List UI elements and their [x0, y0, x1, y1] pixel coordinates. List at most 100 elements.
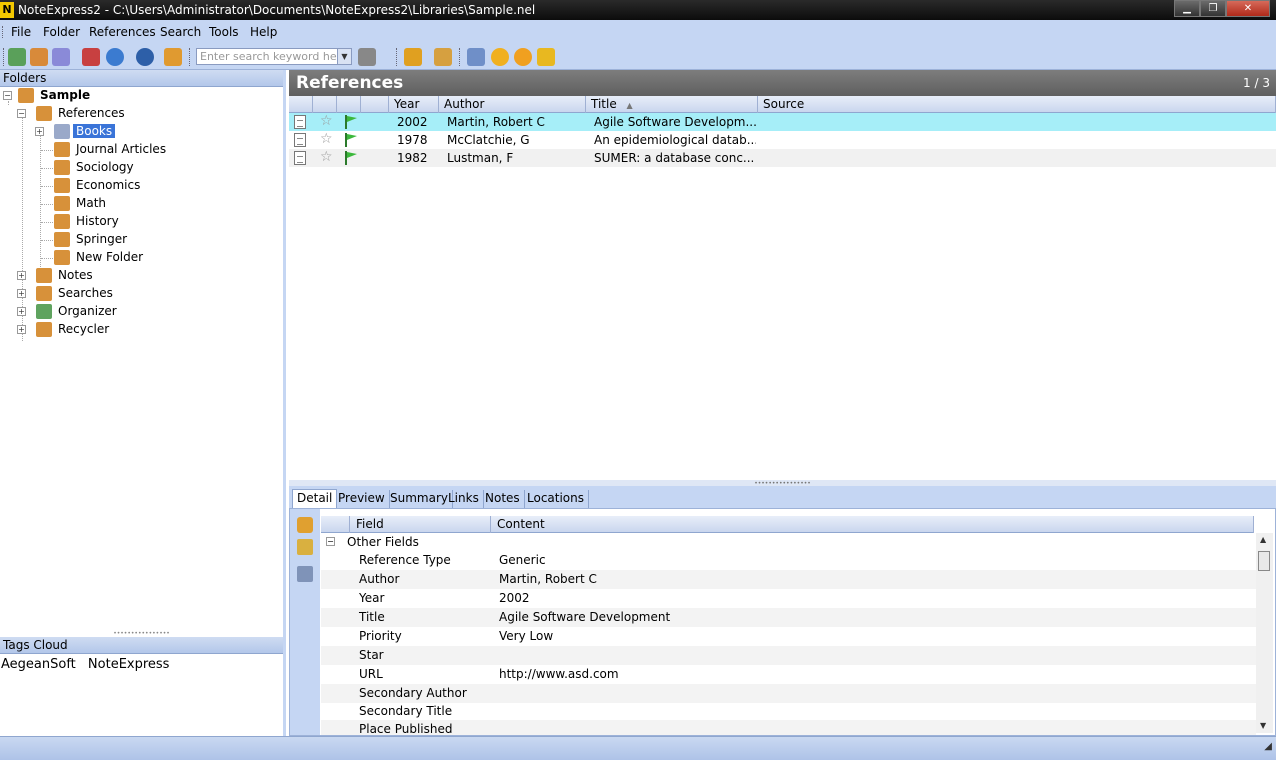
sort-ascending-icon: ▲: [626, 101, 633, 110]
column-blank: [321, 516, 350, 533]
column-author[interactable]: Author: [439, 96, 586, 113]
table-row[interactable]: ☆ 2002 Martin, Robert C Agile Software D…: [289, 113, 1276, 131]
open-folder-icon[interactable]: [297, 539, 313, 555]
tab-notes[interactable]: Notes: [481, 490, 525, 508]
expand-icon[interactable]: +: [17, 289, 26, 298]
detail-scrollbar[interactable]: ▲ ▼: [1256, 533, 1273, 733]
field-content[interactable]: Martin, Robert C: [499, 572, 597, 586]
minimize-button[interactable]: ▁: [1174, 0, 1200, 17]
column-year[interactable]: Year: [389, 96, 439, 113]
tab-locations[interactable]: Locations: [523, 490, 590, 508]
column-type[interactable]: [289, 96, 313, 113]
resize-grip-icon[interactable]: ◢: [1264, 741, 1272, 752]
download-icon[interactable]: [164, 48, 182, 66]
tag-link[interactable]: NoteExpress: [88, 657, 170, 672]
tag-link[interactable]: AegeanSoft: [1, 657, 76, 672]
expand-icon[interactable]: +: [35, 127, 44, 136]
menu-help[interactable]: Help: [250, 25, 277, 39]
tags-cloud-header: Tags Cloud: [0, 637, 283, 654]
copy-icon[interactable]: [297, 566, 313, 582]
tab-summary[interactable]: Summary: [386, 490, 453, 508]
detail-row[interactable]: Priority Very Low: [321, 627, 1256, 646]
field-content[interactable]: Agile Software Development: [499, 610, 670, 624]
detail-row[interactable]: Star: [321, 646, 1256, 665]
search-input[interactable]: Enter search keyword here ▼: [196, 48, 352, 65]
menu-tools[interactable]: Tools: [209, 25, 239, 39]
menu-folder[interactable]: Folder: [43, 25, 80, 39]
expand-icon[interactable]: +: [17, 307, 26, 316]
window-title: NoteExpress2 - C:\Users\Administrator\Do…: [18, 3, 536, 17]
menu-references[interactable]: References: [89, 25, 156, 39]
scroll-up-icon[interactable]: ▲: [1260, 535, 1266, 544]
import-icon[interactable]: [82, 48, 100, 66]
tab-preview[interactable]: Preview: [334, 490, 390, 508]
field-content[interactable]: 2002: [499, 591, 530, 605]
detail-row[interactable]: Year 2002: [321, 589, 1256, 608]
column-source[interactable]: Source: [758, 96, 1276, 113]
collapse-icon[interactable]: −: [326, 537, 335, 546]
tags-cloud: AegeanSoft NoteExpress: [0, 656, 283, 673]
column-content[interactable]: Content: [491, 516, 1254, 533]
green-flag-icon[interactable]: [343, 132, 359, 148]
save-library-icon[interactable]: [52, 48, 70, 66]
detail-panel: Field Content − Other Fields Reference T…: [289, 508, 1276, 736]
tab-detail[interactable]: Detail: [292, 489, 338, 509]
column-star[interactable]: [313, 96, 337, 113]
column-field[interactable]: Field: [350, 516, 491, 533]
help-icon[interactable]: [491, 48, 509, 66]
app-icon: N: [0, 2, 14, 18]
restore-button[interactable]: ❐: [1200, 0, 1226, 17]
scroll-thumb[interactable]: [1258, 551, 1270, 571]
new-library-icon[interactable]: [8, 48, 26, 66]
info-icon[interactable]: [514, 48, 532, 66]
detail-row[interactable]: Title Agile Software Development: [321, 608, 1256, 627]
group-other-fields[interactable]: − Other Fields: [321, 533, 1256, 551]
detail-row[interactable]: Secondary Title: [321, 702, 1256, 721]
detail-row[interactable]: Place Published: [321, 720, 1256, 735]
green-flag-icon[interactable]: [343, 114, 359, 130]
table-row[interactable]: ☆ 1982 Lustman, F SUMER: a database conc…: [289, 149, 1276, 167]
menu-file[interactable]: File: [11, 25, 31, 39]
collapse-icon[interactable]: −: [3, 91, 12, 100]
table-row[interactable]: ☆ 1978 McClatchie, G An epidemiological …: [289, 131, 1276, 149]
search-options-icon[interactable]: [358, 48, 376, 66]
edit-icon[interactable]: [297, 517, 313, 533]
close-button[interactable]: ✕: [1226, 0, 1270, 17]
folders-splitter[interactable]: ••••••••••••••••: [0, 630, 283, 637]
open-library-icon[interactable]: [30, 48, 48, 66]
expand-icon[interactable]: +: [17, 325, 26, 334]
document-icon: [294, 151, 306, 165]
field-content[interactable]: Generic: [499, 553, 546, 567]
star-icon[interactable]: ☆: [320, 113, 333, 129]
toolbar: Enter search keyword here ▼: [0, 44, 1276, 70]
about-icon[interactable]: [537, 48, 555, 66]
folder-open-icon: [54, 124, 70, 139]
recycler-icon: [36, 322, 52, 337]
folders-pane: Folders − Sample − References + Books Jo…: [0, 70, 286, 736]
expand-icon[interactable]: +: [17, 271, 26, 280]
flag-icon[interactable]: [404, 48, 422, 66]
star-icon[interactable]: ☆: [320, 131, 333, 147]
scroll-down-icon[interactable]: ▼: [1260, 721, 1266, 730]
column-read[interactable]: [361, 96, 389, 113]
references-pane: References 1 / 3 Year Author Title ▲ Sou…: [289, 70, 1276, 736]
detail-row[interactable]: URL http://www.asd.com: [321, 665, 1256, 684]
note-icon[interactable]: [467, 48, 485, 66]
search-dropdown-icon[interactable]: ▼: [337, 49, 351, 64]
detail-row[interactable]: Secondary Author: [321, 684, 1256, 703]
field-name: Author: [359, 572, 400, 586]
collapse-icon[interactable]: −: [17, 109, 26, 118]
browser-icon[interactable]: [136, 48, 154, 66]
tab-links[interactable]: Links: [444, 490, 484, 508]
green-flag-icon[interactable]: [343, 150, 359, 166]
detail-row[interactable]: Author Martin, Robert C: [321, 570, 1256, 589]
online-search-icon[interactable]: [106, 48, 124, 66]
star-icon[interactable]: ☆: [320, 149, 333, 165]
field-content[interactable]: http://www.asd.com: [499, 667, 619, 681]
menu-search[interactable]: Search: [160, 25, 201, 39]
field-content[interactable]: Very Low: [499, 629, 553, 643]
column-priority[interactable]: [337, 96, 361, 113]
detail-row[interactable]: Reference Type Generic: [321, 551, 1256, 570]
column-title[interactable]: Title ▲: [586, 96, 758, 113]
tag-icon[interactable]: [434, 48, 452, 66]
